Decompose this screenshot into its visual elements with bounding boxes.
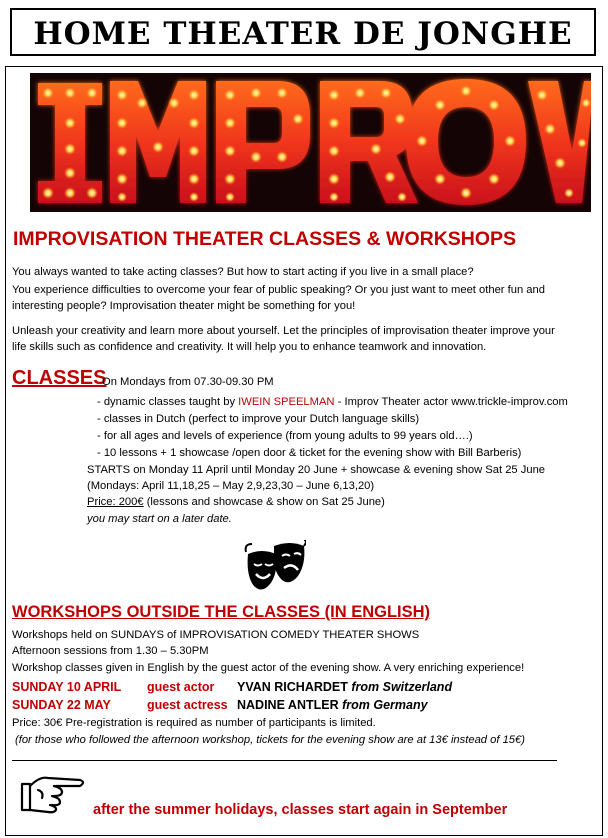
main-title: IMPROVISATION THEATER CLASSES & WORKSHOP… bbox=[13, 228, 517, 250]
intro-line: Unleash your creativity and learn more a… bbox=[12, 325, 555, 337]
classes-item: - for all ages and levels of experience … bbox=[97, 430, 473, 442]
classes-starts: STARTS on Monday 11 April until Monday 2… bbox=[87, 464, 546, 476]
page-title: HOME THEATER DE JONGHE bbox=[33, 16, 573, 52]
footer-note: after the summer holidays, classes start… bbox=[93, 802, 508, 818]
session-guest-origin: from Switzerland bbox=[351, 680, 453, 694]
session-role: guest actor bbox=[147, 680, 215, 694]
workshops-note: (for those who followed the afternoon wo… bbox=[15, 734, 525, 746]
theater-masks-icon bbox=[244, 540, 306, 590]
workshops-line: Workshop classes given in English by the… bbox=[12, 662, 525, 674]
workshops-heading: WORKSHOPS OUTSIDE THE CLASSES (IN ENGLIS… bbox=[12, 603, 431, 621]
session-date: SUNDAY 10 APRIL bbox=[12, 680, 122, 694]
teacher-name: IWEIN SPEELMAN bbox=[238, 396, 335, 408]
session-date: SUNDAY 22 MAY bbox=[12, 698, 111, 712]
classes-price: Price: 200€ (lessons and showcase & show… bbox=[87, 495, 385, 509]
classes-late-start: you may start on a later date. bbox=[87, 513, 232, 525]
classes-teacher-line: - dynamic classes taught by IWEIN SPEELM… bbox=[97, 395, 568, 409]
classes-item: - classes in Dutch (perfect to improve y… bbox=[97, 413, 420, 425]
workshops-line: Workshops held on SUNDAYS of IMPROVISATI… bbox=[12, 629, 420, 641]
classes-dates: (Mondays: April 11,18,25 – May 2,9,23,30… bbox=[87, 480, 375, 492]
intro-line: You experience difficulties to overcome … bbox=[12, 284, 545, 296]
intro-line: You always wanted to take acting classes… bbox=[12, 266, 474, 278]
session-guest-name: YVAN RICHARDET bbox=[237, 680, 348, 694]
session-role: guest actress bbox=[147, 698, 228, 712]
workshops-price: Price: 30€ Pre-registration is required … bbox=[12, 717, 376, 729]
classes-item: - 10 lessons + 1 showcase /open door & t… bbox=[97, 447, 522, 459]
session-guest: NADINE ANTLER from Germany bbox=[237, 697, 428, 713]
intro-line: life skills such as confidence and creat… bbox=[12, 341, 487, 353]
classes-heading: CLASSES bbox=[12, 367, 107, 389]
improv-banner-image bbox=[30, 73, 591, 212]
classes-schedule: On Mondays from 07.30-09.30 PM bbox=[102, 376, 274, 388]
separator-line bbox=[12, 760, 557, 761]
session-guest-origin: from Germany bbox=[342, 698, 428, 712]
teacher-suffix: - Improv Theater actor www.trickle-impro… bbox=[334, 396, 568, 408]
header-box: HOME THEATER DE JONGHE bbox=[10, 8, 596, 56]
workshops-line: Afternoon sessions from 1.30 – 5.30PM bbox=[12, 645, 209, 657]
session-guest: YVAN RICHARDET from Switzerland bbox=[237, 679, 452, 695]
pointing-hand-icon bbox=[20, 776, 85, 814]
session-guest-name: NADINE ANTLER bbox=[237, 698, 339, 712]
price-rest: (lessons and showcase & show on Sat 25 J… bbox=[143, 496, 385, 508]
intro-line: interesting people? Improvisation theate… bbox=[12, 300, 356, 312]
teacher-prefix: - dynamic classes taught by bbox=[97, 396, 239, 408]
price-label: Price: 200€ bbox=[87, 496, 144, 508]
